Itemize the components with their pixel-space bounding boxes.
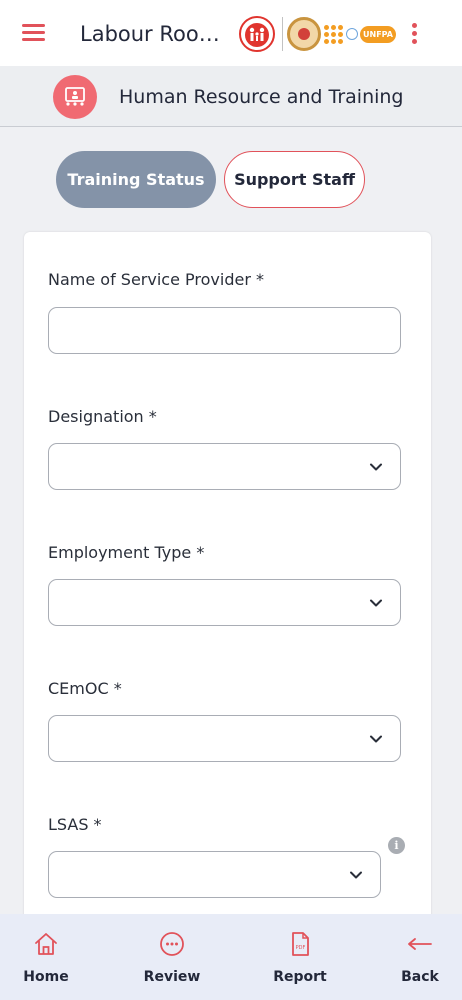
section-title: Human Resource and Training bbox=[119, 86, 404, 108]
nhm-logo bbox=[236, 15, 278, 53]
employment-type-select[interactable] bbox=[48, 579, 401, 626]
cemoc-label: CEmOC * bbox=[48, 679, 122, 698]
more-options-icon[interactable] bbox=[410, 23, 418, 45]
service-provider-input[interactable] bbox=[48, 307, 401, 354]
service-provider-label: Name of Service Provider * bbox=[48, 270, 264, 289]
app-bar: Labour Roo… UNFPA bbox=[0, 0, 462, 66]
nav-report-label: Report bbox=[273, 969, 327, 985]
training-icon bbox=[53, 75, 97, 119]
bottom-navigation: Home Review PDF Report Back bbox=[0, 914, 462, 1000]
chevron-down-icon bbox=[370, 463, 382, 471]
tab-support-staff[interactable]: Support Staff bbox=[224, 151, 365, 208]
review-icon bbox=[160, 932, 184, 956]
menu-icon[interactable] bbox=[22, 24, 45, 42]
section-header: Human Resource and Training bbox=[0, 66, 462, 127]
nav-back-label: Back bbox=[401, 969, 439, 985]
nav-review-label: Review bbox=[143, 969, 201, 985]
cemoc-select[interactable] bbox=[48, 715, 401, 762]
pdf-report-icon: PDF bbox=[292, 932, 309, 956]
government-emblem-logo bbox=[287, 17, 321, 51]
tab-training-status[interactable]: Training Status bbox=[56, 151, 216, 208]
home-icon bbox=[35, 933, 57, 955]
app-title: Labour Roo… bbox=[80, 22, 220, 46]
info-icon[interactable]: i bbox=[388, 837, 405, 854]
employment-type-label: Employment Type * bbox=[48, 543, 205, 562]
chevron-down-icon bbox=[370, 735, 382, 743]
chevron-down-icon bbox=[370, 599, 382, 607]
nav-home-label: Home bbox=[23, 969, 69, 985]
back-arrow-icon bbox=[408, 938, 432, 950]
logo-divider bbox=[282, 17, 283, 51]
chevron-down-icon bbox=[350, 871, 362, 879]
designation-select[interactable] bbox=[48, 443, 401, 490]
nav-back[interactable]: Back bbox=[374, 914, 462, 1000]
lsas-select[interactable] bbox=[48, 851, 381, 898]
unfpa-logo: UNFPA bbox=[324, 24, 396, 44]
svg-text:PDF: PDF bbox=[296, 945, 306, 951]
partner-logos: UNFPA bbox=[236, 14, 396, 54]
lsas-label: LSAS * bbox=[48, 815, 102, 834]
nav-report[interactable]: PDF Report bbox=[254, 914, 346, 1000]
designation-label: Designation * bbox=[48, 407, 157, 426]
nav-review[interactable]: Review bbox=[126, 914, 218, 1000]
nav-home[interactable]: Home bbox=[0, 914, 92, 1000]
